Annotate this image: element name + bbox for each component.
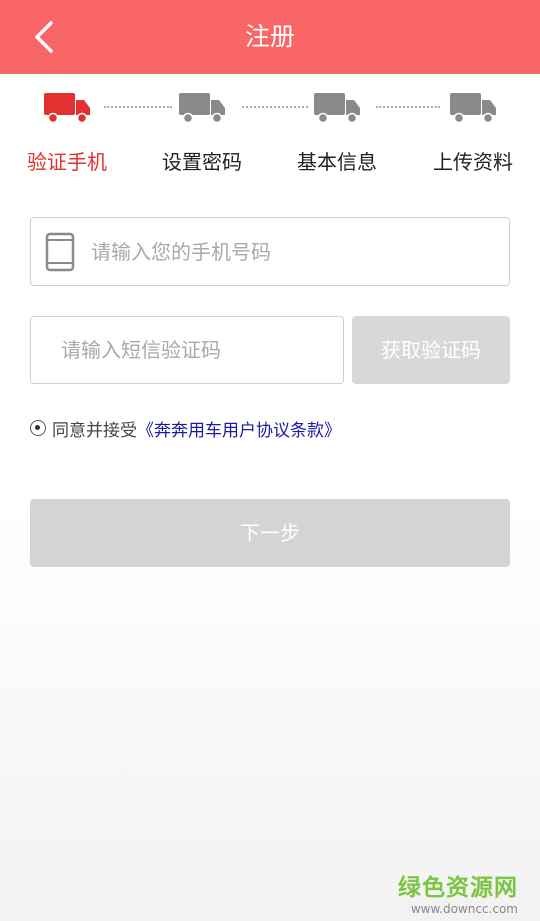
mobile-phone-icon [45,232,75,272]
step-label: 设置密码 [162,150,242,174]
truck-icon [179,93,225,124]
step-connector [104,106,172,108]
watermark: 绿色资源网 www.downcc.com [398,868,518,916]
step-connector [242,106,308,108]
next-step-button[interactable]: 下一步 [30,499,510,567]
step-connector [376,106,440,108]
watermark-title: 绿色资源网 [398,875,518,901]
phone-field [30,217,510,286]
truck-icon [450,93,496,124]
step-label: 验证手机 [27,150,107,174]
title-bar: 注册 [0,0,540,74]
agree-radio[interactable] [30,420,46,436]
step-label: 上传资料 [433,150,513,174]
step-label: 基本信息 [297,150,377,174]
get-code-button[interactable]: 获取验证码 [352,316,510,384]
step-progress: 验证手机 设置密码 基本信息 上传资料 [0,86,540,186]
watermark-url: www.downcc.com [410,902,518,916]
sms-code-field [30,316,344,384]
terms-link[interactable]: 《奔奔用车用户协议条款》 [137,416,341,441]
truck-icon [314,93,360,124]
agree-text: 同意并接受 [52,420,137,441]
agreement-row: 同意并接受 《奔奔用车用户协议条款》 [30,416,341,441]
phone-input[interactable] [91,218,491,285]
page-title: 注册 [244,22,295,51]
sms-code-input[interactable] [61,317,331,383]
truck-icon [44,93,90,124]
